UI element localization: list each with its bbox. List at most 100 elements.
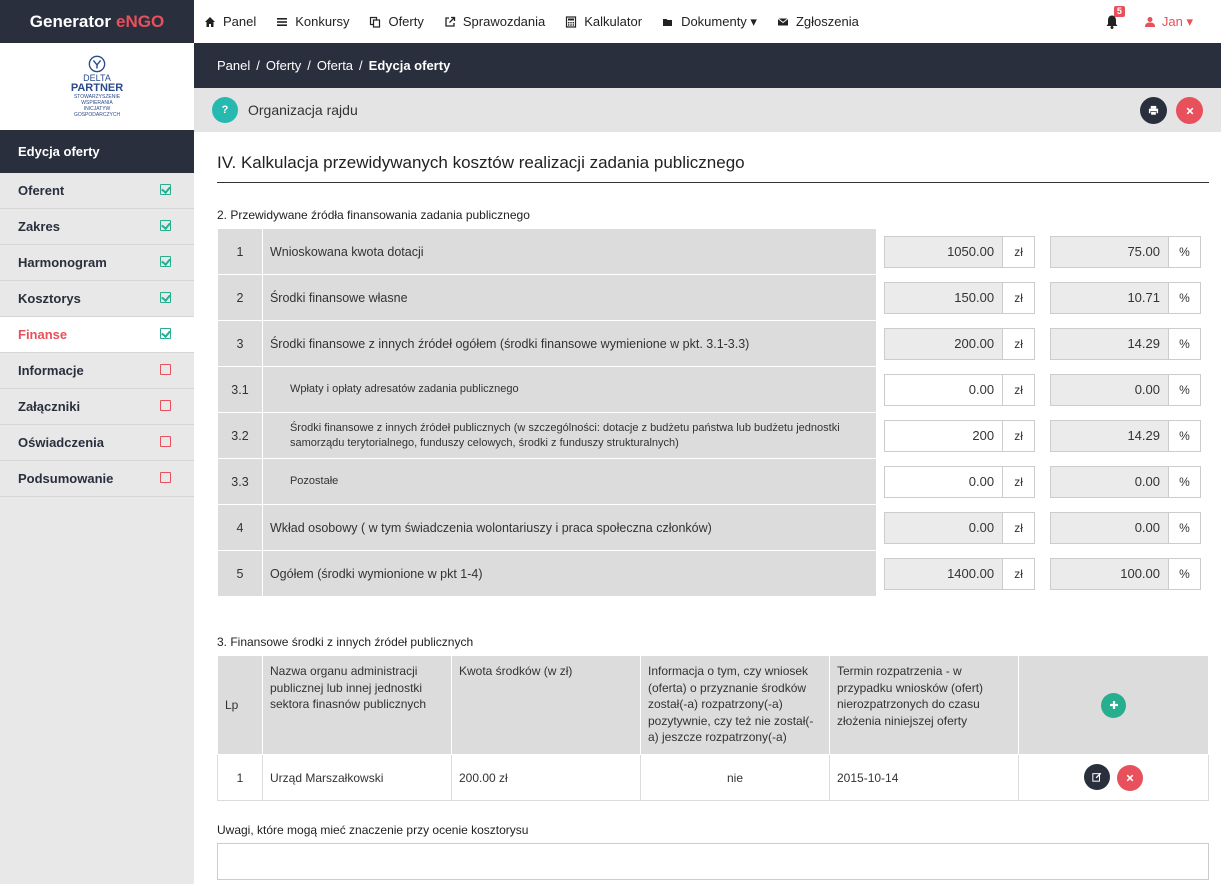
currency-addon: zł: [1003, 557, 1036, 590]
funding-amount-cell: 0.00 zł: [876, 366, 1044, 413]
nav-konkursy[interactable]: Konkursy: [266, 0, 359, 43]
sidebar-item-finanse[interactable]: Finanse: [0, 317, 194, 353]
funding-row: 2 Środki finansowe własne 150.00 zł 10.71%: [217, 274, 1209, 321]
sidebar-item-label: Załączniki: [18, 399, 81, 414]
nav-kalkulator[interactable]: Kalkulator: [555, 0, 652, 43]
organization-logo: DELTA PARTNER STOWARZYSZENIE WSPIERANIA …: [0, 43, 194, 130]
sidebar-item-label: Oświadczenia: [18, 435, 104, 450]
brand-suffix: eNGO: [116, 11, 165, 31]
sidebar-item-podsumowanie[interactable]: Podsumowanie: [0, 461, 194, 497]
funding-percent-input: 0.00: [1050, 511, 1169, 544]
funding-percent-cell: 14.29%: [1042, 320, 1209, 367]
funding-percent-cell: 14.29%: [1042, 412, 1209, 459]
nav-zgloszenia-label: Zgłoszenia: [795, 14, 859, 29]
funding-amount-input[interactable]: 200: [884, 419, 1004, 452]
brand-logo[interactable]: Generator eNGO: [0, 0, 194, 43]
funding-amount-cell: 150.00 zł: [876, 274, 1044, 321]
notes-textarea[interactable]: [217, 843, 1209, 880]
nav-panel[interactable]: Panel: [194, 0, 266, 43]
cell-amount: 200.00 zł: [451, 754, 641, 801]
sidebar-item-zalaczniki[interactable]: Załączniki: [0, 389, 194, 425]
funding-label: Wnioskowana kwota dotacji: [261, 228, 878, 275]
funding-label: Środki finansowe z innych źródeł ogółem …: [261, 320, 878, 367]
breadcrumb-separator: /: [359, 58, 363, 73]
funding-label: Wpłaty i opłaty adresatów zadania public…: [261, 366, 878, 413]
sidebar-heading: Edycja oferty: [0, 130, 194, 173]
funding-amount-input[interactable]: 0.00: [884, 465, 1004, 498]
nav-sprawozdania[interactable]: Sprawozdania: [434, 0, 555, 43]
funding-percent-cell: 75.00%: [1042, 228, 1209, 275]
sidebar-item-label: Kosztorys: [18, 291, 81, 306]
funding-row: 3 Środki finansowe z innych źródeł ogółem…: [217, 320, 1209, 367]
currency-addon: zł: [1003, 327, 1036, 360]
user-menu[interactable]: Jan ▾: [1144, 14, 1193, 30]
checked-icon: [160, 292, 171, 303]
calculator-icon: [566, 15, 577, 28]
print-button[interactable]: [1140, 97, 1167, 124]
unchecked-icon: [160, 436, 171, 447]
col-amount: Kwota środków (w zł): [451, 655, 641, 755]
funding-row: 4 Wkład osobowy ( w tym świadczenia wolon…: [217, 504, 1209, 551]
offer-title: Organizacja rajdu: [248, 102, 358, 118]
help-icon[interactable]: ?: [212, 97, 238, 123]
notifications-button[interactable]: 5: [1104, 5, 1125, 30]
funding-percent-input: 14.29: [1050, 419, 1169, 452]
funding-amount-input: 200.00: [884, 327, 1004, 360]
funding-sources-table: 1 Wnioskowana kwota dotacji 1050.00 zł 75.00…: [217, 228, 1209, 597]
funding-percent-cell: 0.00%: [1042, 366, 1209, 413]
sidebar-item-oferent[interactable]: Oferent: [0, 173, 194, 209]
sidebar-item-informacje[interactable]: Informacje: [0, 353, 194, 389]
breadcrumb-oferty[interactable]: Oferty: [266, 58, 301, 73]
add-source-button[interactable]: [1101, 692, 1126, 718]
delete-source-button[interactable]: [1117, 765, 1144, 791]
nav-oferty[interactable]: Oferty: [359, 0, 433, 43]
currency-addon: zł: [1003, 419, 1036, 452]
breadcrumb-current: Edycja oferty: [368, 58, 451, 73]
col-organ-name: Nazwa organu administracji publicznej lu…: [262, 655, 452, 755]
funding-lp: 3.1: [217, 366, 263, 413]
nav-sprawozdania-label: Sprawozdania: [462, 14, 546, 29]
sidebar-item-zakres[interactable]: Zakres: [0, 209, 194, 245]
percent-addon: %: [1169, 511, 1201, 544]
funding-percent-input: 75.00: [1050, 235, 1169, 268]
table-row: 1 Urząd Marszałkowski 200.00 zł nie 2015…: [217, 754, 1209, 801]
edit-source-button[interactable]: [1083, 764, 1110, 790]
col-actions: [1018, 655, 1209, 755]
funding-percent-input: 0.00: [1050, 373, 1169, 406]
nav-oferty-label: Oferty: [388, 14, 424, 29]
main-content: IV. Kalkulacja przewidywanych kosztów re…: [217, 132, 1209, 880]
checked-icon: [160, 220, 171, 231]
funding-lp: 3.2: [217, 412, 263, 459]
percent-addon: %: [1169, 465, 1201, 498]
cell-organ-name: Urząd Marszałkowski: [262, 754, 452, 801]
logo-text-6: GOSPODARCZYCH: [73, 112, 121, 118]
sidebar-item-label: Harmonogram: [18, 255, 107, 270]
close-button[interactable]: [1176, 97, 1203, 124]
home-icon: [205, 16, 215, 27]
section-title: IV. Kalkulacja przewidywanych kosztów re…: [217, 153, 1209, 183]
nav-zgloszenia[interactable]: Zgłoszenia: [767, 0, 869, 43]
funding-lp: 3: [217, 320, 263, 367]
unchecked-icon: [160, 472, 171, 483]
funding-amount-cell: 1400.00 zł: [876, 550, 1044, 597]
funding-percent-cell: 10.71%: [1042, 274, 1209, 321]
delta-partner-logo-icon: [88, 55, 106, 73]
folder-icon: [663, 18, 673, 26]
funding-amount-input[interactable]: 0.00: [884, 373, 1004, 406]
funding-lp: 4: [217, 504, 263, 551]
logo-text-2: PARTNER: [70, 82, 124, 94]
user-icon: [1144, 16, 1155, 27]
sidebar-item-kosztorys[interactable]: Kosztorys: [0, 281, 194, 317]
sidebar-item-harmonogram[interactable]: Harmonogram: [0, 245, 194, 281]
sidebar-item-label: Informacje: [18, 363, 84, 378]
external-link-icon: [445, 16, 456, 27]
plus-icon: [1109, 701, 1118, 709]
nav-dokumenty[interactable]: Dokumenty ▾: [652, 0, 767, 43]
currency-addon: zł: [1003, 465, 1036, 498]
breadcrumb-panel[interactable]: Panel: [217, 58, 250, 73]
sidebar-item-oswiadczenia[interactable]: Oświadczenia: [0, 425, 194, 461]
funding-row: 3.2 Środki finansowe z innych źródeł publ…: [217, 412, 1209, 459]
top-navigation: Panel Konkursy Oferty Sprawozdania Kalku…: [194, 0, 1221, 43]
breadcrumb-oferta[interactable]: Oferta: [317, 58, 353, 73]
offer-title-bar: ? Organizacja rajdu: [194, 88, 1221, 132]
